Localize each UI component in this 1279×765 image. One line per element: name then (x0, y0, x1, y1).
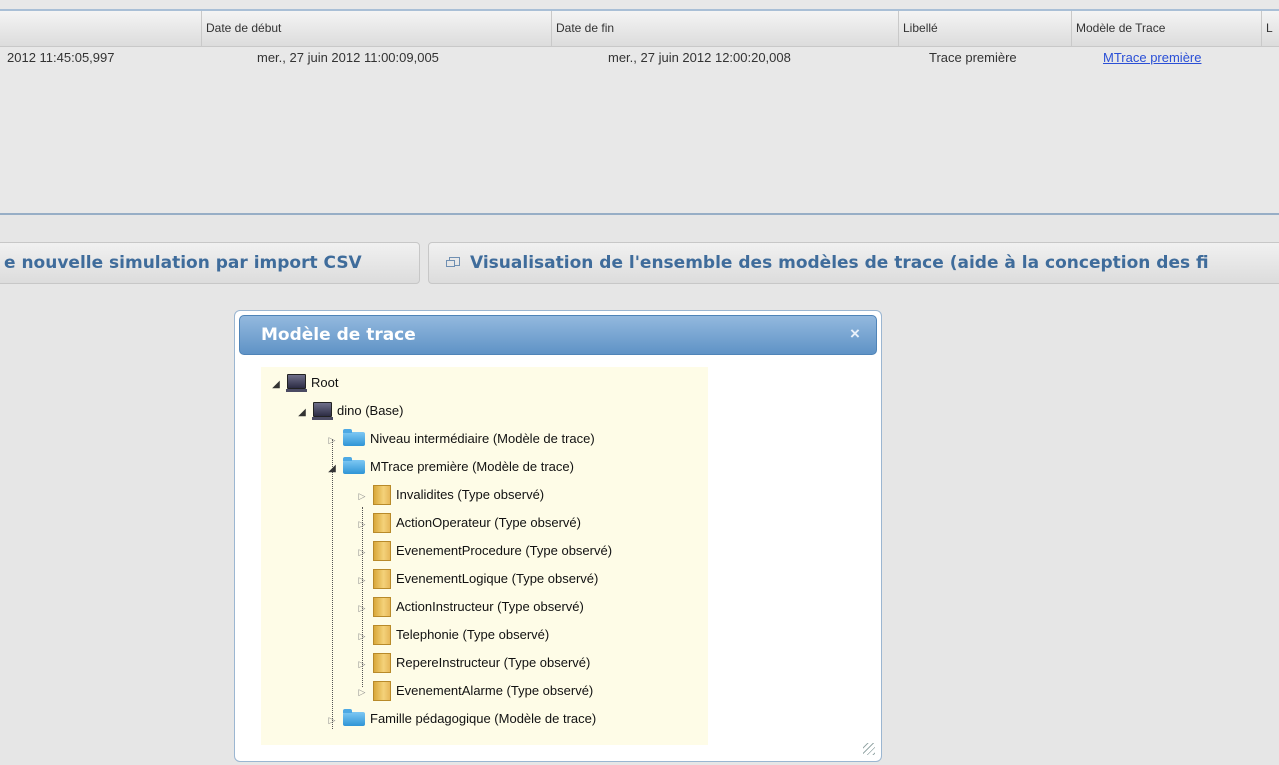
column-header-modele-de-trace[interactable]: Modèle de Trace (1071, 11, 1261, 46)
column-header-libelle[interactable]: Libellé (898, 11, 1071, 46)
column-header-date-debut[interactable]: Date de début (201, 11, 551, 46)
tree-node-label: EvenementLogique (Type observé) (396, 571, 599, 586)
database-icon (312, 402, 333, 421)
collapsed-arrow-icon[interactable]: ▷ (355, 568, 369, 592)
folder-icon (343, 428, 365, 446)
tree-node-famille-pedagogique[interactable]: ▷ Famille pédagogique (Modèle de trace) (325, 707, 596, 731)
folder-icon (343, 708, 365, 726)
collapsed-arrow-icon[interactable]: ▷ (355, 596, 369, 620)
document-icon (373, 596, 391, 617)
tree-node-type-observe[interactable]: ▷ ActionOperateur (Type observé) (355, 511, 581, 535)
collapsed-arrow-icon[interactable]: ▷ (355, 484, 369, 508)
tree-node-label: dino (Base) (337, 403, 404, 418)
cell-date-debut: mer., 27 juin 2012 11:00:09,005 (257, 50, 439, 65)
tree-node-type-observe[interactable]: ▷ ActionInstructeur (Type observé) (355, 595, 584, 619)
dialog-title: Modèle de trace (261, 325, 416, 345)
expanded-arrow-icon[interactable]: ◢ (269, 373, 283, 397)
external-window-icon (446, 256, 460, 267)
tree-node-type-observe[interactable]: ▷ Telephonie (Type observé) (355, 623, 549, 647)
tree-node-label: Telephonie (Type observé) (396, 627, 550, 642)
visualisation-models-button[interactable]: Visualisation de l'ensemble des modèles … (428, 242, 1279, 284)
folder-icon (343, 456, 365, 474)
tree-node-type-observe[interactable]: ▷ EvenementAlarme (Type observé) (355, 679, 593, 703)
expanded-arrow-icon[interactable]: ◢ (325, 457, 339, 481)
collapsed-arrow-icon[interactable]: ▷ (325, 428, 339, 452)
resize-grip-icon[interactable] (863, 743, 875, 755)
cell-first-date: 2012 11:45:05,997 (7, 50, 115, 65)
tree-node-niveau-intermediaire[interactable]: ▷ Niveau intermédiaire (Modèle de trace) (325, 427, 595, 451)
document-icon (373, 624, 391, 645)
document-icon (373, 680, 391, 701)
tree-node-type-observe[interactable]: ▷ EvenementProcedure (Type observé) (355, 539, 612, 563)
tree-node-label: ActionOperateur (Type observé) (396, 515, 581, 530)
tree-node-label: Niveau intermédiaire (Modèle de trace) (370, 431, 595, 446)
tree-node-label: Invalidites (Type observé) (396, 487, 545, 502)
column-header-date-fin[interactable]: Date de fin (551, 11, 898, 46)
collapsed-arrow-icon[interactable]: ▷ (355, 512, 369, 536)
document-icon (373, 568, 391, 589)
table-header: Date de début Date de fin Libellé Modèle… (0, 9, 1279, 47)
trace-table: Date de début Date de fin Libellé Modèle… (0, 0, 1279, 215)
tree-node-label: MTrace première (Modèle de trace) (370, 459, 574, 474)
tree-node-label: RepereInstructeur (Type observé) (396, 655, 591, 670)
close-icon[interactable]: × (846, 325, 864, 343)
tree-node-label: EvenementProcedure (Type observé) (396, 543, 613, 558)
import-csv-button[interactable]: e nouvelle simulation par import CSV (0, 242, 420, 284)
document-icon (373, 652, 391, 673)
tree-node-label: Root (311, 375, 339, 390)
collapsed-arrow-icon[interactable]: ▷ (325, 708, 339, 732)
collapsed-arrow-icon[interactable]: ▷ (355, 680, 369, 704)
cell-date-fin: mer., 27 juin 2012 12:00:20,008 (608, 50, 791, 65)
visualisation-button-label: Visualisation de l'ensemble des modèles … (470, 253, 1209, 273)
dialog-titlebar[interactable]: Modèle de trace × (239, 315, 877, 355)
collapsed-arrow-icon[interactable]: ▷ (355, 540, 369, 564)
tree-node-mtrace-premiere[interactable]: ◢ MTrace première (Modèle de trace) (325, 455, 574, 479)
tree-node-label: Famille pédagogique (Modèle de trace) (370, 711, 597, 726)
tree-connector-line (332, 439, 333, 729)
tree-node-label: EvenementAlarme (Type observé) (396, 683, 594, 698)
document-icon (373, 512, 391, 533)
tree-node-root[interactable]: ◢ Root (269, 371, 338, 395)
import-csv-button-label: e nouvelle simulation par import CSV (4, 253, 362, 273)
tree-node-type-observe[interactable]: ▷ RepereInstructeur (Type observé) (355, 651, 590, 675)
modele-de-trace-dialog: Modèle de trace × ◢ Root ◢ dino (Base) ▷ Ni… (234, 310, 882, 762)
modele-trace-link[interactable]: MTrace première (1103, 50, 1201, 65)
collapsed-arrow-icon[interactable]: ▷ (355, 624, 369, 648)
tree-node-dino-base[interactable]: ◢ dino (Base) (295, 399, 403, 423)
expanded-arrow-icon[interactable]: ◢ (295, 401, 309, 425)
tree-node-type-observe[interactable]: ▷ EvenementLogique (Type observé) (355, 567, 598, 591)
tree-node-label: ActionInstructeur (Type observé) (396, 599, 584, 614)
database-icon (286, 374, 307, 393)
tree-node-type-observe[interactable]: ▷ Invalidites (Type observé) (355, 483, 544, 507)
column-header-l[interactable]: L (1261, 11, 1279, 46)
trace-model-tree: ◢ Root ◢ dino (Base) ▷ Niveau intermédiaire… (261, 367, 708, 745)
collapsed-arrow-icon[interactable]: ▷ (355, 652, 369, 676)
document-icon (373, 540, 391, 561)
document-icon (373, 484, 391, 505)
cell-libelle: Trace première (929, 50, 1017, 65)
